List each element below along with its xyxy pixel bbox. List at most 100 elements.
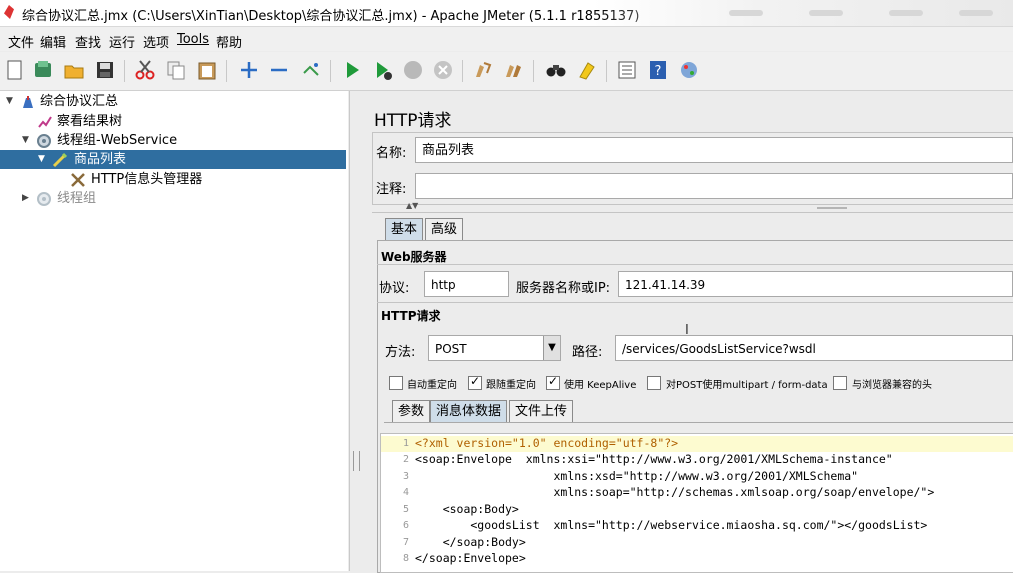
code-line: </soap:Body> (415, 535, 526, 549)
tree-item-testplan[interactable]: ▼ 综合协议汇总 (0, 92, 348, 111)
tree-item-label: HTTP信息头管理器 (91, 172, 203, 187)
open-icon[interactable] (63, 59, 85, 81)
reset-search-icon[interactable] (576, 59, 598, 81)
tree-item-header-manager[interactable]: HTTP信息头管理器 (0, 170, 348, 189)
line-number: 8 (402, 553, 409, 564)
remote-icon[interactable] (678, 59, 700, 81)
code-line: <goodsList xmlns="http://webservice.miao… (415, 518, 928, 532)
menu-run[interactable]: 运行 (109, 32, 135, 51)
cut-icon[interactable] (134, 59, 156, 81)
templates-icon[interactable] (32, 59, 54, 81)
method-select[interactable]: POST ▼ (428, 335, 561, 361)
jmeter-feather-icon (4, 5, 14, 19)
collapse-icon[interactable] (268, 59, 290, 81)
threadgroup-icon (37, 192, 51, 206)
line-number: 2 (402, 454, 409, 465)
tree-item-threadgroup-webservice[interactable]: ▼ 线程组-WebService (0, 131, 348, 150)
clear-all-icon[interactable] (503, 59, 525, 81)
help-icon[interactable]: ? (647, 59, 669, 81)
line-number: 4 (402, 487, 409, 498)
chevron-right-icon[interactable]: ▶ (22, 189, 32, 208)
follow-redirect-label: 跟随重定向 (486, 380, 536, 391)
code-line: <?xml version="1.0" encoding="utf-8"?> (415, 436, 679, 450)
tab-body-data[interactable]: 消息体数据 (430, 400, 508, 422)
code-line: <soap:Body> (415, 502, 519, 516)
clear-icon[interactable] (472, 59, 494, 81)
title-bar: 综合协议汇总.jmx (C:\Users\XinTian\Desktop\综合协… (0, 0, 1013, 27)
method-label: 方法: (385, 345, 416, 360)
server-label: 服务器名称或IP: (516, 281, 611, 296)
save-icon[interactable] (94, 59, 116, 81)
code-line: xmlns:xsd="http://www.w3.org/2001/XMLSch… (415, 469, 859, 483)
keepalive-label: 使用 KeepAlive (564, 380, 637, 391)
http-request-section-title: HTTP请求 (381, 309, 441, 323)
divider-grip[interactable] (817, 207, 847, 209)
menu-help[interactable]: 帮助 (216, 32, 242, 51)
tree-item-goods-list[interactable]: ▼ 商品列表 (0, 150, 346, 169)
protocol-label: 协议: (379, 281, 410, 296)
collapse-arrows-icon[interactable]: ▲▼ (406, 201, 418, 210)
stop-icon[interactable] (402, 59, 424, 81)
tree-item-label: 线程组-WebService (57, 133, 178, 148)
threadgroup-icon (37, 134, 51, 148)
config-icon (71, 173, 85, 187)
keepalive-checkbox[interactable] (546, 374, 560, 390)
multipart-checkbox[interactable] (647, 376, 661, 390)
path-field[interactable]: /services/GoodsListService?wsdl (615, 335, 1013, 361)
menu-search[interactable]: 查找 (75, 32, 101, 51)
shutdown-icon[interactable] (432, 59, 454, 81)
browser-headers-checkbox[interactable] (833, 376, 847, 390)
auto-redirect-checkbox[interactable] (389, 376, 403, 390)
tab-advanced[interactable]: 高级 (425, 218, 464, 240)
toggle-icon[interactable] (300, 59, 322, 81)
multipart-label: 对POST使用multipart / form-data (666, 380, 828, 391)
splitter-grip[interactable] (353, 451, 360, 471)
protocol-field[interactable]: http (424, 271, 509, 297)
tree-item-result-tree[interactable]: 察看结果树 (0, 112, 348, 131)
expand-icon[interactable] (238, 59, 260, 81)
start-icon[interactable] (341, 59, 363, 81)
toolbar: ? (0, 52, 1013, 91)
function-helper-icon[interactable] (616, 59, 638, 81)
tree-item-threadgroup-disabled[interactable]: ▶ 线程组 (0, 189, 348, 208)
chevron-down-icon[interactable]: ▼ (22, 131, 32, 150)
paste-icon[interactable] (196, 59, 218, 81)
code-line: <soap:Envelope xmlns:xsi="http://www.w3.… (415, 452, 893, 466)
search-icon[interactable] (545, 59, 567, 81)
tab-file-upload[interactable]: 文件上传 (509, 400, 574, 422)
menu-options[interactable]: 选项 (143, 32, 169, 51)
browser-headers-label: 与浏览器兼容的头 (852, 380, 932, 391)
menu-file[interactable]: 文件 (8, 32, 34, 51)
start-no-pause-icon[interactable] (372, 59, 394, 81)
name-label: 名称: (376, 146, 407, 161)
copy-icon[interactable] (165, 59, 187, 81)
chevron-down-icon[interactable]: ▼ (543, 336, 560, 360)
menu-tools[interactable]: Tools (177, 32, 209, 47)
tree-item-label: 察看结果树 (57, 114, 123, 129)
menu-edit[interactable]: 编辑 (40, 32, 66, 51)
split-pane-divider[interactable] (349, 91, 362, 571)
window-controls-area (593, 0, 1013, 26)
server-field[interactable]: 121.41.14.39 (618, 271, 1013, 297)
body-data-editor[interactable]: 1 2 3 4 5 6 7 8 <?xml version="1.0" enco… (380, 433, 1013, 573)
name-field[interactable]: 商品列表 (415, 137, 1013, 163)
menu-bar: 文件 编辑 查找 运行 选项 Tools 帮助 (0, 27, 1013, 51)
chevron-down-icon[interactable]: ▼ (6, 92, 16, 111)
tab-parameters[interactable]: 参数 (392, 400, 431, 422)
web-server-section-title: Web服务器 (381, 250, 447, 264)
http-request-panel: HTTP请求 名称: 商品列表 注释: ▲▼ 基本 高级 Web服务器 协议: … (362, 91, 1013, 573)
tree-item-label: 线程组 (57, 191, 97, 206)
line-number: 1 (402, 438, 409, 449)
text-cursor-icon: I (685, 323, 689, 338)
svg-text:?: ? (655, 64, 662, 79)
tab-basic[interactable]: 基本 (385, 218, 424, 240)
follow-redirect-checkbox[interactable] (468, 374, 482, 390)
sampler-icon (52, 152, 68, 168)
comment-field[interactable] (415, 173, 1013, 199)
panel-title: HTTP请求 (374, 111, 452, 131)
line-number: 5 (402, 504, 409, 515)
tree-item-label: 商品列表 (74, 152, 127, 167)
new-icon[interactable] (4, 59, 26, 81)
test-plan-tree: ▼ 综合协议汇总 察看结果树 ▼ 线程组-WebService ▼ 商品列表 H… (0, 91, 348, 571)
chevron-down-icon[interactable]: ▼ (38, 150, 48, 169)
